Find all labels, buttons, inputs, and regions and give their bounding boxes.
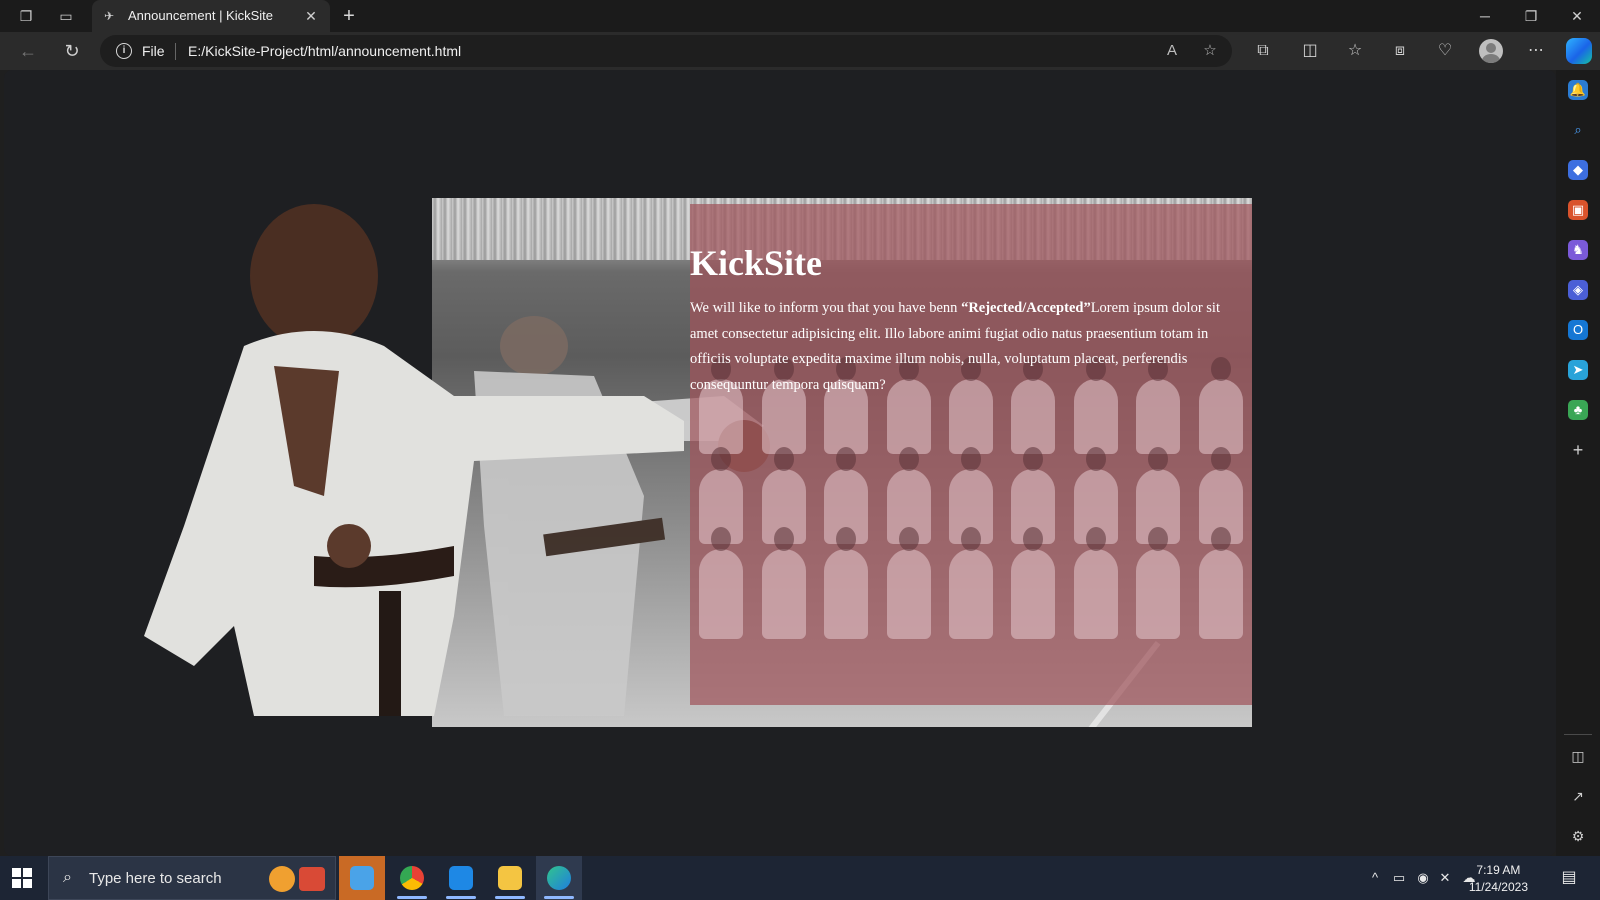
more-icon[interactable]: ⋯	[1525, 40, 1547, 62]
navigation-bar: ← ↻ i File E:/KickSite-Project/html/anno…	[0, 32, 1600, 70]
extensions-icon[interactable]: ⧉	[1252, 40, 1274, 62]
tab-actions-icon[interactable]: ▭	[56, 6, 76, 26]
taskbar-app-vscode[interactable]	[438, 856, 484, 900]
taskbar-app-paint[interactable]	[339, 856, 385, 900]
add-icon[interactable]: +	[1568, 440, 1588, 460]
tab-title: Announcement | KickSite	[128, 8, 274, 23]
favorite-star-icon[interactable]: ☆	[1200, 41, 1220, 61]
clock-date: 11/24/2023	[1468, 880, 1528, 894]
shopping-icon[interactable]: ◆	[1568, 160, 1588, 180]
announcement-text: We will like to inform you that you have…	[690, 296, 1246, 398]
taskbar-search[interactable]: ⌕ Type here to search	[48, 856, 336, 900]
windows-start-icon[interactable]	[12, 868, 32, 888]
taskbar-app-chrome[interactable]	[389, 856, 435, 900]
announcement-overlay-panel: KickSite We will like to inform you that…	[690, 204, 1252, 705]
taskbar-app-edge[interactable]	[536, 856, 582, 900]
network-icon[interactable]: ▭	[1390, 869, 1408, 887]
gift-icon	[299, 867, 325, 891]
profile-avatar[interactable]	[1479, 39, 1503, 63]
volume-muted-icon[interactable]: ✕	[1436, 869, 1454, 887]
tab-active[interactable]: ✈ Announcement | KickSite ✕	[92, 0, 330, 32]
camera-icon[interactable]: ◉	[1414, 869, 1432, 887]
read-aloud-icon[interactable]: A	[1162, 41, 1182, 61]
minimize-button[interactable]: ─	[1470, 4, 1500, 28]
show-hidden-icons-icon[interactable]: ^	[1366, 869, 1384, 887]
address-url[interactable]: E:/KickSite-Project/html/announcement.ht…	[188, 43, 461, 59]
favorites-icon[interactable]: ☆	[1344, 40, 1366, 62]
drop-icon[interactable]: ➤	[1568, 360, 1588, 380]
address-separator	[175, 43, 176, 60]
notifications-icon[interactable]: 🔔	[1568, 80, 1588, 100]
page-viewport: KickSite We will like to inform you that…	[4, 70, 1556, 856]
kick-favicon-icon: ✈	[104, 9, 115, 23]
microsoft365-icon[interactable]: ◈	[1568, 280, 1588, 300]
taskbar-search-placeholder: Type here to search	[89, 870, 222, 887]
tools-icon[interactable]: ▣	[1568, 200, 1588, 220]
hide-sidebar-icon[interactable]: ◫	[1568, 746, 1588, 766]
site-info-icon[interactable]: i	[116, 43, 132, 59]
new-tab-button[interactable]: +	[338, 5, 360, 27]
taskbar: ⌕ Type here to search ^ ▭ ◉ ✕ ☁ 7:19 AM …	[0, 856, 1600, 900]
close-tab-icon[interactable]: ✕	[302, 7, 320, 25]
address-bar[interactable]: i File E:/KickSite-Project/html/announce…	[100, 35, 1232, 67]
copilot-icon[interactable]	[1566, 38, 1592, 64]
games-icon[interactable]: ♞	[1568, 240, 1588, 260]
settings-icon[interactable]: ⚙	[1568, 826, 1588, 846]
search-icon: ⌕	[63, 869, 72, 886]
notification-center-icon[interactable]: ▤	[1560, 869, 1578, 887]
search-icon[interactable]: ⌕	[1568, 120, 1588, 140]
close-window-button[interactable]: ✕	[1562, 4, 1592, 28]
open-external-icon[interactable]: ↗	[1568, 786, 1588, 806]
edge-sidebar: 🔔 ⌕ ◆ ▣ ♞ ◈ O ➤ ♣ + ◫ ↗ ⚙	[1556, 70, 1600, 856]
outlook-icon[interactable]: O	[1568, 320, 1588, 340]
back-button[interactable]: ←	[17, 40, 39, 62]
collections-icon[interactable]: ⧈	[1389, 40, 1411, 62]
hero-title: KickSite	[690, 243, 822, 283]
clock-time: 7:19 AM	[1476, 863, 1521, 877]
taskbar-app-file-explorer[interactable]	[487, 856, 533, 900]
taskbar-clock[interactable]: 7:19 AM 11/24/2023	[1469, 862, 1528, 896]
split-screen-icon[interactable]: ◫	[1299, 40, 1321, 62]
announcement-text-intro: We will like to inform you that you have…	[690, 300, 962, 316]
workspaces-icon[interactable]: ❐	[16, 6, 36, 26]
refresh-button[interactable]: ↻	[61, 40, 83, 62]
address-scheme-label: File	[142, 43, 165, 59]
sidebar-divider	[1564, 734, 1592, 735]
tree-icon[interactable]: ♣	[1568, 400, 1588, 420]
alarm-clock-icon	[269, 866, 295, 892]
crowd-row	[690, 527, 1252, 639]
announcement-status: “Rejected/Accepted”	[961, 300, 1091, 316]
browser-essentials-icon[interactable]: ♡	[1434, 40, 1456, 62]
restore-button[interactable]: ❐	[1516, 4, 1546, 28]
title-bar: ❐ ▭ ✈ Announcement | KickSite ✕ + ─ ❐ ✕	[0, 0, 1600, 32]
